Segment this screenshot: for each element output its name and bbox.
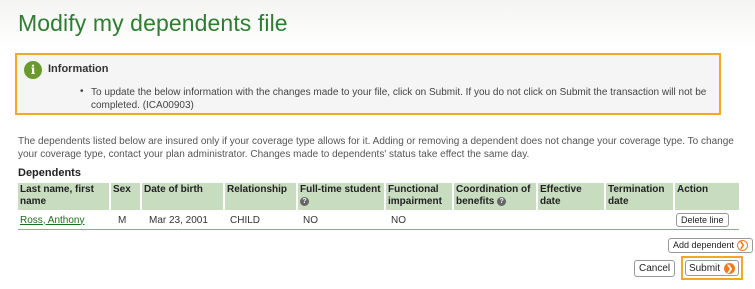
col-name: Last name, first name — [18, 183, 111, 210]
cell-effective — [537, 210, 605, 230]
dependents-table: Last name, first name Sex Date of birth … — [18, 183, 739, 230]
cancel-button[interactable]: Cancel — [634, 260, 676, 277]
col-action: Action — [674, 183, 739, 210]
dependent-name-link[interactable]: Ross, Anthony — [20, 215, 84, 226]
add-dependent-button[interactable]: Add dependent ❯ — [668, 238, 753, 254]
arrow-right-icon: ❯ — [736, 240, 748, 252]
dependents-title: Dependents — [18, 167, 81, 179]
page-title: Modify my dependents file — [18, 10, 288, 36]
cell-fulltime: NO — [297, 210, 385, 230]
add-dependent-label: Add dependent — [673, 240, 735, 250]
submit-button[interactable]: Submit ❯ — [685, 260, 739, 276]
info-text: To update the below information with the… — [91, 87, 707, 111]
col-fulltime: Full-time student? — [297, 183, 386, 210]
information-box: i Information • To update the below info… — [15, 53, 721, 115]
col-coordination: Coordination of benefits ? — [453, 183, 538, 210]
col-sex: Sex — [110, 183, 142, 210]
cell-functional: NO — [385, 210, 453, 230]
col-relationship: Relationship — [224, 183, 298, 210]
delete-line-button[interactable]: Delete line — [676, 213, 729, 227]
col-functional: Functional impairment — [385, 183, 454, 210]
info-icon: i — [24, 61, 42, 79]
submit-highlight: Submit ❯ — [681, 256, 743, 280]
cell-action: Delete line — [674, 210, 739, 230]
cell-sex: M — [110, 210, 141, 230]
cell-coordination — [453, 210, 537, 230]
col-dob: Date of birth — [141, 183, 225, 210]
arrow-right-icon: ❯ — [724, 262, 736, 274]
col-effective: Effective date — [537, 183, 606, 210]
cell-name: Ross, Anthony — [18, 210, 110, 230]
col-termination: Termination date — [605, 183, 675, 210]
help-icon[interactable]: ? — [497, 196, 507, 206]
cell-relationship: CHILD — [224, 210, 297, 230]
info-bullet: • — [80, 86, 84, 97]
help-icon[interactable]: ? — [300, 196, 309, 206]
cell-dob: Mar 23, 2001 — [141, 210, 224, 230]
submit-label: Submit — [688, 262, 721, 274]
cell-termination — [605, 210, 674, 230]
table-header-row: Last name, first name Sex Date of birth … — [18, 183, 739, 210]
info-heading: Information — [48, 63, 109, 75]
intro-text: The dependents listed below are insured … — [18, 136, 734, 160]
table-row: Ross, Anthony M Mar 23, 2001 CHILD NO NO… — [18, 210, 739, 230]
